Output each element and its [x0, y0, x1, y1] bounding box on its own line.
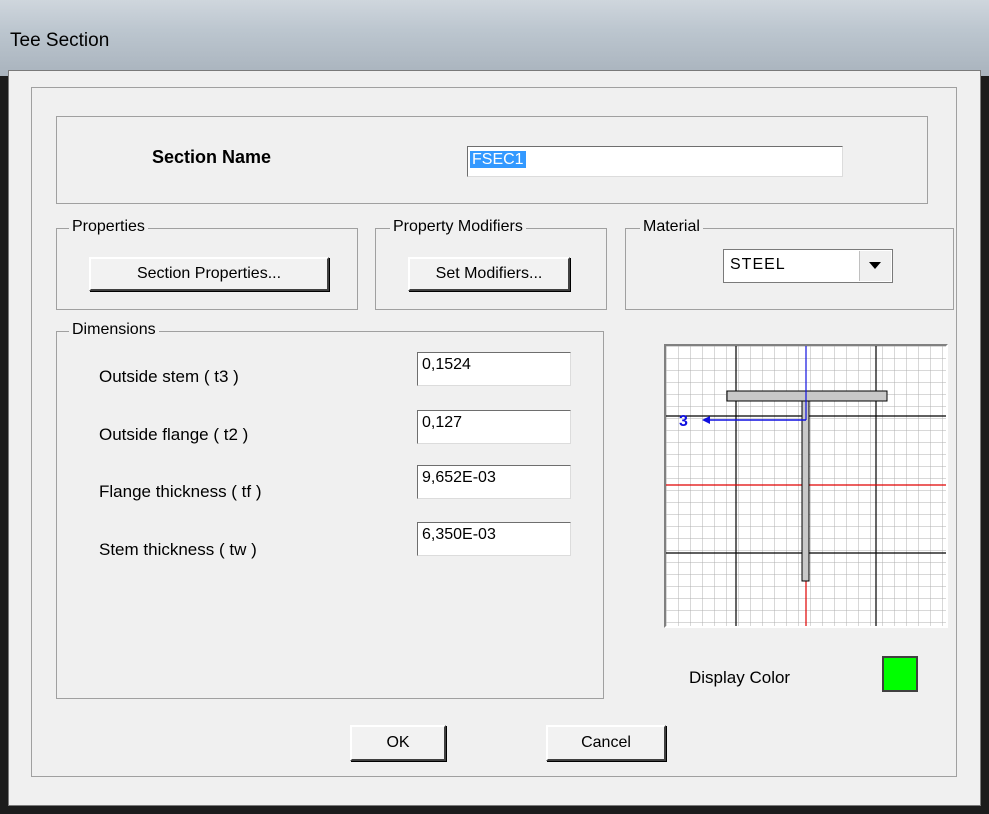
- material-selected-value: STEEL: [730, 256, 786, 273]
- outside-stem-input[interactable]: 0,1524: [417, 352, 571, 386]
- dimensions-legend: Dimensions: [69, 321, 159, 339]
- inner-frame: Section Name FSEC1 Properties Section Pr…: [31, 87, 957, 777]
- property-modifiers-legend: Property Modifiers: [390, 218, 526, 236]
- tee-section-diagram: 3: [666, 346, 946, 626]
- section-name-value: FSEC1: [470, 151, 526, 168]
- cancel-button[interactable]: Cancel: [546, 725, 666, 761]
- title-bar: Tee Section: [0, 0, 989, 76]
- section-name-input[interactable]: FSEC1: [467, 146, 843, 177]
- stem-thickness-label: Stem thickness ( tw ): [99, 540, 257, 559]
- set-modifiers-button[interactable]: Set Modifiers...: [408, 257, 570, 291]
- outside-stem-value: 0,1524: [422, 356, 471, 373]
- properties-legend: Properties: [69, 218, 148, 236]
- properties-group: Properties Section Properties...: [56, 218, 358, 310]
- outside-flange-value: 0,127: [422, 414, 463, 431]
- stem-thickness-value: 6,350E-03: [422, 526, 496, 543]
- dimensions-group: Dimensions Outside stem ( t3 ) 0,1524 Ou…: [56, 321, 604, 699]
- chevron-down-icon: [869, 262, 881, 269]
- axis-3-label: 3: [679, 413, 688, 430]
- section-name-group: Section Name FSEC1: [56, 116, 928, 204]
- section-properties-button[interactable]: Section Properties...: [89, 257, 329, 291]
- section-name-label: Section Name: [152, 147, 272, 167]
- material-legend: Material: [640, 218, 703, 236]
- material-group: Material STEEL: [625, 218, 954, 310]
- flange-thickness-label: Flange thickness ( tf ): [99, 482, 262, 501]
- outside-stem-label: Outside stem ( t3 ): [99, 367, 239, 386]
- window-title: Tee Section: [10, 30, 110, 51]
- display-color-label: Display Color: [689, 668, 791, 687]
- ok-button[interactable]: OK: [350, 725, 446, 761]
- flange-thickness-input[interactable]: 9,652E-03: [417, 465, 571, 499]
- outside-flange-label: Outside flange ( t2 ): [99, 425, 249, 444]
- property-modifiers-group: Property Modifiers Set Modifiers...: [375, 218, 607, 310]
- display-color-swatch[interactable]: [882, 656, 918, 692]
- dialog-body: Section Name FSEC1 Properties Section Pr…: [8, 70, 981, 806]
- flange-thickness-value: 9,652E-03: [422, 469, 496, 486]
- outside-flange-input[interactable]: 0,127: [417, 410, 571, 444]
- material-dropdown-button[interactable]: [859, 251, 891, 281]
- material-select[interactable]: STEEL: [723, 249, 893, 283]
- section-preview: 3: [664, 344, 948, 628]
- stem-thickness-input[interactable]: 6,350E-03: [417, 522, 571, 556]
